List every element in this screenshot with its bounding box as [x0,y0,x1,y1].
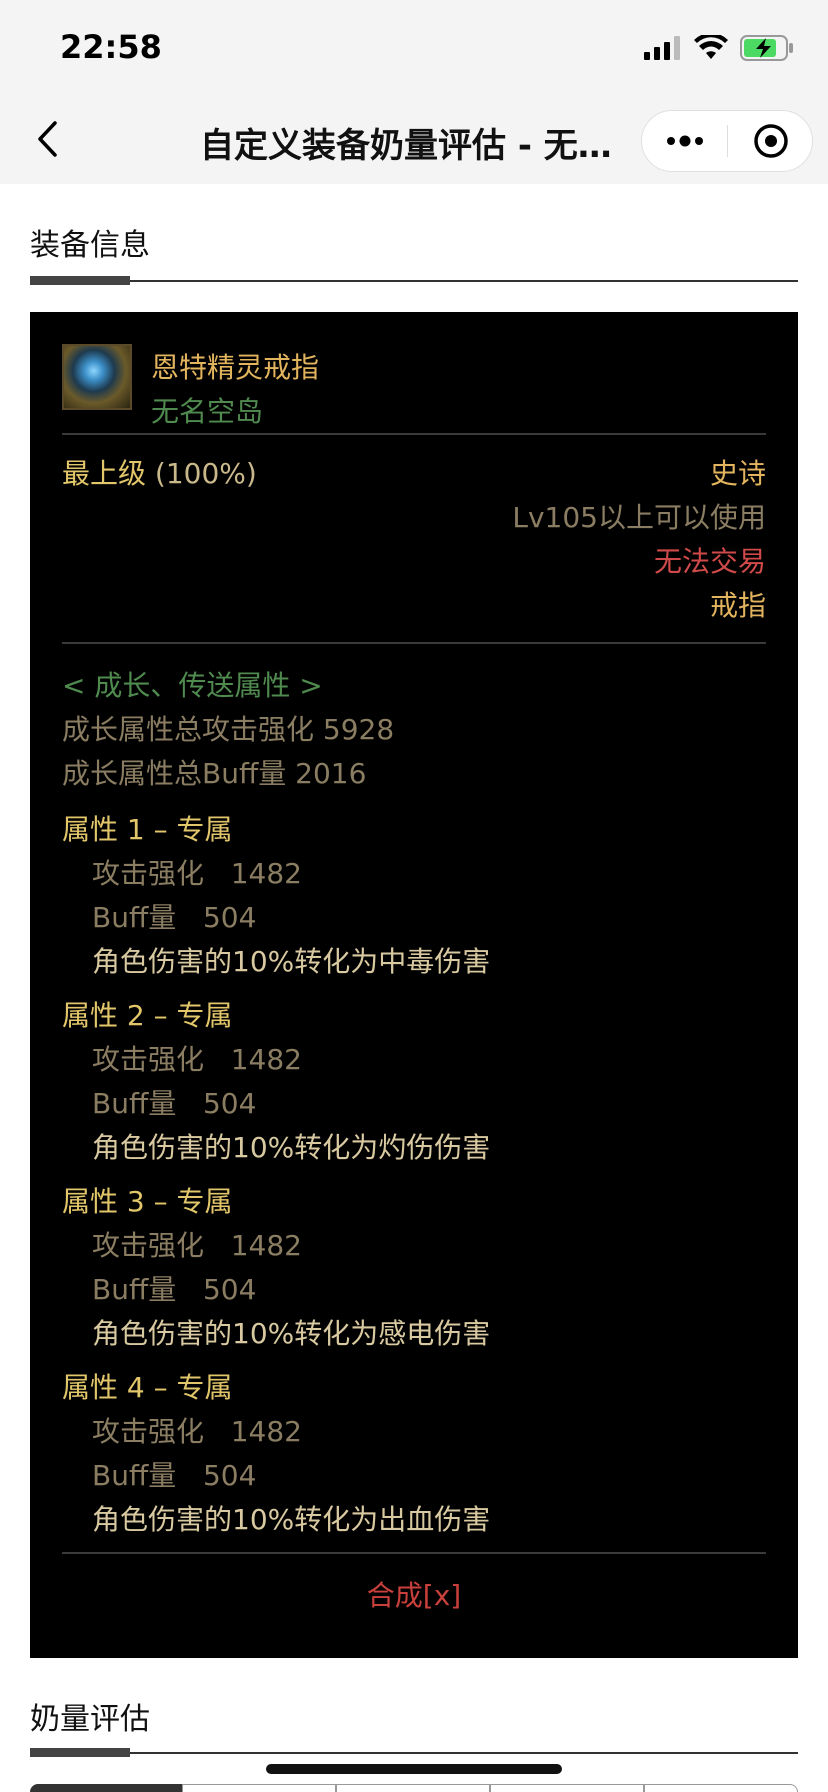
status-time: 22:58 [60,28,162,66]
nav-bar: 自定义装备奶量评估 - 无名空岛 [0,96,828,184]
back-button[interactable] [22,114,72,164]
close-miniprogram-button[interactable] [728,111,813,171]
section-title-heal-evaluation: 奶量评估 [30,1702,150,1737]
battery-charging-icon [740,35,793,61]
divider [62,433,766,435]
attribute-effect: 角色伤害的10%转化为出血伤害 [92,1503,491,1536]
target-circle-icon [753,124,788,158]
page-title: 自定义装备奶量评估 - 无名空岛 [200,126,630,162]
attribute-attack: 攻击强化 1482 [92,1229,302,1262]
item-trade-status: 无法交易 [653,545,766,578]
tab-strip [30,1784,798,1792]
wifi-icon [694,35,728,59]
signal-icon [644,36,680,60]
item-subtitle: 无名空岛 [151,395,264,428]
grade-label: 最上级 [62,457,147,490]
ring-item-icon [62,344,132,410]
section-title-equipment-info: 装备信息 [30,228,150,263]
section-divider-accent [30,276,130,285]
divider [62,642,766,644]
item-rarity: 史诗 [709,457,766,490]
item-grade: 最上级 (100%) [62,452,257,492]
item-slot: 戒指 [709,589,766,622]
tab-segment[interactable] [490,1784,644,1792]
attribute-effect: 角色伤害的10%转化为灼伤伤害 [92,1131,491,1164]
more-button[interactable] [642,111,727,171]
item-name: 恩特精灵戒指 [151,351,320,384]
tab-segment[interactable] [182,1784,336,1792]
attribute-buff: Buff量 504 [92,901,257,934]
growth-header: < 成长、传送属性 > [62,669,323,702]
status-bar: 22:58 [0,0,828,96]
status-icons [644,34,794,62]
tab-segment[interactable] [30,1784,182,1792]
attribute-buff: Buff量 504 [92,1087,257,1120]
growth-total-buff: 成长属性总Buff量 2016 [62,757,367,790]
more-dots-icon [666,135,703,147]
tab-segment[interactable] [644,1784,798,1792]
synthesis-link[interactable]: 合成[x] [30,1574,798,1614]
attribute-attack: 攻击强化 1482 [92,857,302,890]
tab-segment[interactable] [336,1784,490,1792]
section-divider [30,280,798,282]
section-divider [30,1752,798,1754]
attribute-buff: Buff量 504 [92,1459,257,1492]
growth-total-attack: 成长属性总攻击强化 5928 [62,713,395,746]
attribute-attack: 攻击强化 1482 [92,1415,302,1448]
attribute-buff: Buff量 504 [92,1273,257,1306]
chevron-left-icon [38,121,57,157]
home-indicator [266,1764,562,1774]
attribute-title: 属性 1 – 专属 [62,813,233,846]
attribute-effect: 角色伤害的10%转化为中毒伤害 [92,945,491,978]
grade-percent: (100%) [154,457,257,490]
attribute-title: 属性 2 – 专属 [62,999,233,1032]
attribute-attack: 攻击强化 1482 [92,1043,302,1076]
item-level-requirement: Lv105以上可以使用 [512,501,766,534]
capsule-menu [641,110,813,172]
attribute-effect: 角色伤害的10%转化为感电伤害 [92,1317,491,1350]
divider [62,1552,766,1554]
section-divider-accent [30,1748,130,1757]
attribute-title: 属性 3 – 专属 [62,1185,233,1218]
attribute-title: 属性 4 – 专属 [62,1371,233,1404]
item-tooltip-card: 恩特精灵戒指 无名空岛 最上级 (100%) 史诗 Lv105以上可以使用 无法… [30,312,798,1658]
